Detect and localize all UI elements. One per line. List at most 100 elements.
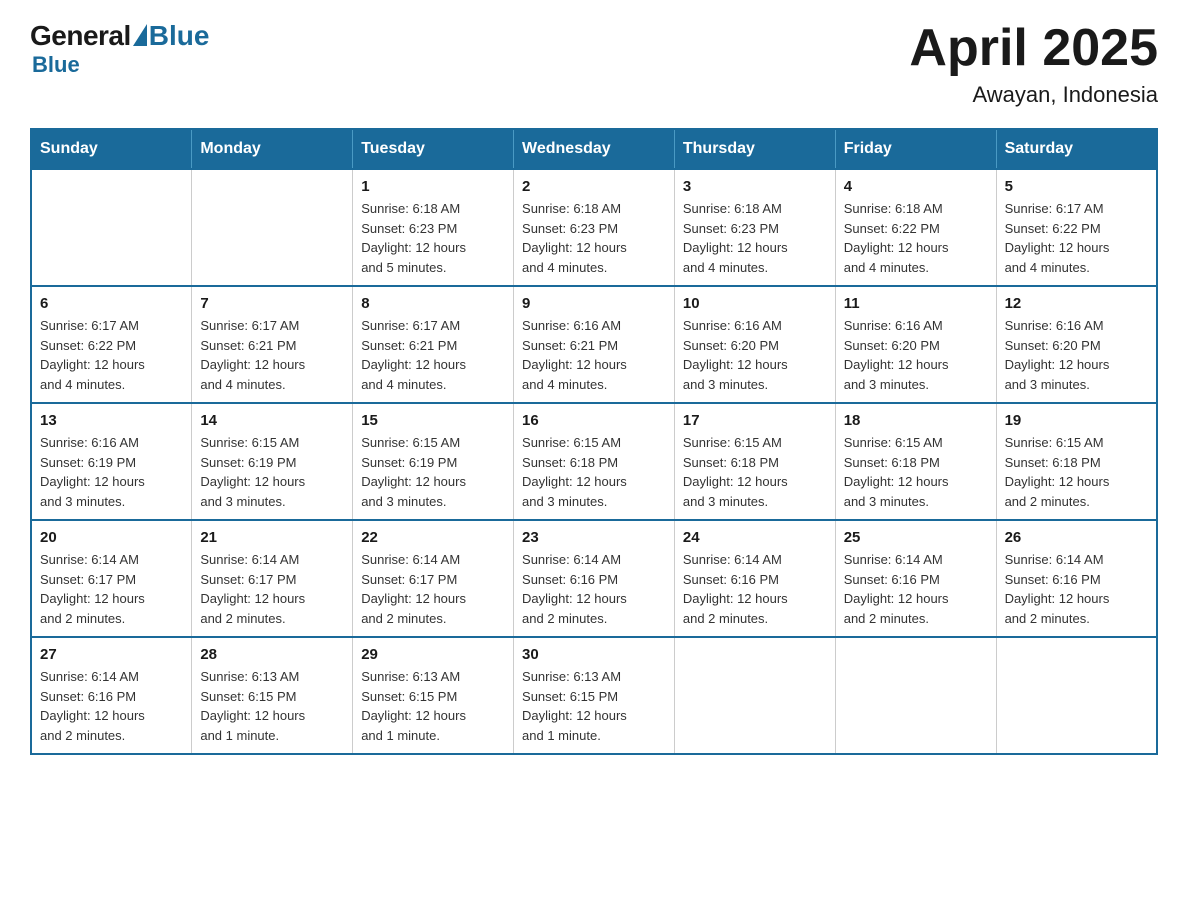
calendar-cell: 30 Sunrise: 6:13 AMSunset: 6:15 PMDayligh… [514, 637, 675, 754]
day-info: Sunrise: 6:15 AMSunset: 6:18 PMDaylight:… [844, 433, 988, 511]
day-number: 21 [200, 529, 344, 546]
day-number: 12 [1005, 295, 1148, 312]
calendar-cell: 29 Sunrise: 6:13 AMSunset: 6:15 PMDayligh… [353, 637, 514, 754]
day-number: 2 [522, 178, 666, 195]
day-info: Sunrise: 6:13 AMSunset: 6:15 PMDaylight:… [522, 667, 666, 745]
calendar-header-wednesday: Wednesday [514, 129, 675, 169]
day-info: Sunrise: 6:16 AMSunset: 6:20 PMDaylight:… [1005, 316, 1148, 394]
day-number: 24 [683, 529, 827, 546]
calendar-table: SundayMondayTuesdayWednesdayThursdayFrid… [30, 128, 1158, 755]
day-number: 6 [40, 295, 183, 312]
calendar-cell: 15Sunrise: 6:15 AMSunset: 6:19 PMDayligh… [353, 403, 514, 520]
calendar-week-row-0: 1 Sunrise: 6:18 AMSunset: 6:23 PMDaylight… [31, 169, 1157, 286]
calendar-cell: 3 Sunrise: 6:18 AMSunset: 6:23 PMDaylight… [674, 169, 835, 286]
calendar-cell: 26 Sunrise: 6:14 AMSunset: 6:16 PMDayligh… [996, 520, 1157, 637]
day-info: Sunrise: 6:18 AMSunset: 6:23 PMDaylight:… [683, 199, 827, 277]
day-info: Sunrise: 6:17 AMSunset: 6:21 PMDaylight:… [361, 316, 505, 394]
calendar-cell [835, 637, 996, 754]
calendar-cell: 21 Sunrise: 6:14 AMSunset: 6:17 PMDayligh… [192, 520, 353, 637]
calendar-header-tuesday: Tuesday [353, 129, 514, 169]
day-number: 19 [1005, 412, 1148, 429]
calendar-week-row-1: 6 Sunrise: 6:17 AMSunset: 6:22 PMDaylight… [31, 286, 1157, 403]
calendar-cell: 10 Sunrise: 6:16 AMSunset: 6:20 PMDayligh… [674, 286, 835, 403]
day-number: 17 [683, 412, 827, 429]
day-number: 30 [522, 646, 666, 663]
calendar-cell [31, 169, 192, 286]
day-info: Sunrise: 6:16 AMSunset: 6:20 PMDaylight:… [683, 316, 827, 394]
day-info: Sunrise: 6:14 AMSunset: 6:16 PMDaylight:… [683, 550, 827, 628]
day-info: Sunrise: 6:16 AMSunset: 6:21 PMDaylight:… [522, 316, 666, 394]
day-number: 26 [1005, 529, 1148, 546]
calendar-cell: 7 Sunrise: 6:17 AMSunset: 6:21 PMDaylight… [192, 286, 353, 403]
calendar-cell: 25Sunrise: 6:14 AMSunset: 6:16 PMDayligh… [835, 520, 996, 637]
day-info: Sunrise: 6:17 AMSunset: 6:22 PMDaylight:… [1005, 199, 1148, 277]
day-info: Sunrise: 6:16 AMSunset: 6:20 PMDaylight:… [844, 316, 988, 394]
calendar-cell: 22Sunrise: 6:14 AMSunset: 6:17 PMDayligh… [353, 520, 514, 637]
day-info: Sunrise: 6:18 AMSunset: 6:23 PMDaylight:… [522, 199, 666, 277]
title-section: April 2025 Awayan, Indonesia [909, 20, 1158, 108]
day-number: 10 [683, 295, 827, 312]
day-number: 13 [40, 412, 183, 429]
calendar-header-thursday: Thursday [674, 129, 835, 169]
calendar-cell: 9 Sunrise: 6:16 AMSunset: 6:21 PMDaylight… [514, 286, 675, 403]
calendar-cell: 12 Sunrise: 6:16 AMSunset: 6:20 PMDayligh… [996, 286, 1157, 403]
calendar-cell [192, 169, 353, 286]
calendar-cell: 4 Sunrise: 6:18 AMSunset: 6:22 PMDaylight… [835, 169, 996, 286]
calendar-week-row-3: 20 Sunrise: 6:14 AMSunset: 6:17 PMDayligh… [31, 520, 1157, 637]
calendar-cell: 13 Sunrise: 6:16 AMSunset: 6:19 PMDayligh… [31, 403, 192, 520]
day-number: 23 [522, 529, 666, 546]
day-info: Sunrise: 6:15 AMSunset: 6:19 PMDaylight:… [361, 433, 505, 511]
day-number: 8 [361, 295, 505, 312]
day-info: Sunrise: 6:18 AMSunset: 6:23 PMDaylight:… [361, 199, 505, 277]
day-info: Sunrise: 6:17 AMSunset: 6:22 PMDaylight:… [40, 316, 183, 394]
day-number: 7 [200, 295, 344, 312]
day-info: Sunrise: 6:14 AMSunset: 6:17 PMDaylight:… [200, 550, 344, 628]
day-info: Sunrise: 6:16 AMSunset: 6:19 PMDaylight:… [40, 433, 183, 511]
day-number: 4 [844, 178, 988, 195]
calendar-header-monday: Monday [192, 129, 353, 169]
day-number: 9 [522, 295, 666, 312]
day-info: Sunrise: 6:17 AMSunset: 6:21 PMDaylight:… [200, 316, 344, 394]
day-info: Sunrise: 6:14 AMSunset: 6:16 PMDaylight:… [522, 550, 666, 628]
calendar-cell: 1 Sunrise: 6:18 AMSunset: 6:23 PMDaylight… [353, 169, 514, 286]
logo-blue-text: Blue [149, 20, 210, 52]
day-info: Sunrise: 6:15 AMSunset: 6:19 PMDaylight:… [200, 433, 344, 511]
day-info: Sunrise: 6:15 AMSunset: 6:18 PMDaylight:… [522, 433, 666, 511]
calendar-cell: 11 Sunrise: 6:16 AMSunset: 6:20 PMDayligh… [835, 286, 996, 403]
calendar-cell: 27 Sunrise: 6:14 AMSunset: 6:16 PMDayligh… [31, 637, 192, 754]
day-number: 18 [844, 412, 988, 429]
calendar-cell: 6 Sunrise: 6:17 AMSunset: 6:22 PMDaylight… [31, 286, 192, 403]
page-header: General Blue Blue April 2025 Awayan, Ind… [30, 20, 1158, 108]
day-info: Sunrise: 6:13 AMSunset: 6:15 PMDaylight:… [361, 667, 505, 745]
day-info: Sunrise: 6:15 AMSunset: 6:18 PMDaylight:… [683, 433, 827, 511]
calendar-cell: 16 Sunrise: 6:15 AMSunset: 6:18 PMDayligh… [514, 403, 675, 520]
location-text: Awayan, Indonesia [909, 82, 1158, 108]
day-number: 5 [1005, 178, 1148, 195]
day-info: Sunrise: 6:14 AMSunset: 6:16 PMDaylight:… [1005, 550, 1148, 628]
day-number: 14 [200, 412, 344, 429]
day-number: 25 [844, 529, 988, 546]
calendar-cell: 5 Sunrise: 6:17 AMSunset: 6:22 PMDaylight… [996, 169, 1157, 286]
calendar-header-friday: Friday [835, 129, 996, 169]
day-number: 20 [40, 529, 183, 546]
day-info: Sunrise: 6:18 AMSunset: 6:22 PMDaylight:… [844, 199, 988, 277]
calendar-cell: 18 Sunrise: 6:15 AMSunset: 6:18 PMDayligh… [835, 403, 996, 520]
calendar-cell: 2 Sunrise: 6:18 AMSunset: 6:23 PMDaylight… [514, 169, 675, 286]
day-number: 16 [522, 412, 666, 429]
day-number: 27 [40, 646, 183, 663]
day-number: 3 [683, 178, 827, 195]
day-number: 28 [200, 646, 344, 663]
day-number: 1 [361, 178, 505, 195]
logo-bottom-text: Blue [32, 52, 80, 78]
logo-triangle-icon [133, 24, 147, 46]
day-number: 11 [844, 295, 988, 312]
calendar-cell: 24 Sunrise: 6:14 AMSunset: 6:16 PMDayligh… [674, 520, 835, 637]
day-info: Sunrise: 6:14 AMSunset: 6:16 PMDaylight:… [40, 667, 183, 745]
day-info: Sunrise: 6:14 AMSunset: 6:17 PMDaylight:… [361, 550, 505, 628]
calendar-cell [996, 637, 1157, 754]
calendar-header-sunday: Sunday [31, 129, 192, 169]
day-info: Sunrise: 6:15 AMSunset: 6:18 PMDaylight:… [1005, 433, 1148, 511]
month-title: April 2025 [909, 20, 1158, 77]
day-number: 29 [361, 646, 505, 663]
calendar-week-row-2: 13 Sunrise: 6:16 AMSunset: 6:19 PMDayligh… [31, 403, 1157, 520]
